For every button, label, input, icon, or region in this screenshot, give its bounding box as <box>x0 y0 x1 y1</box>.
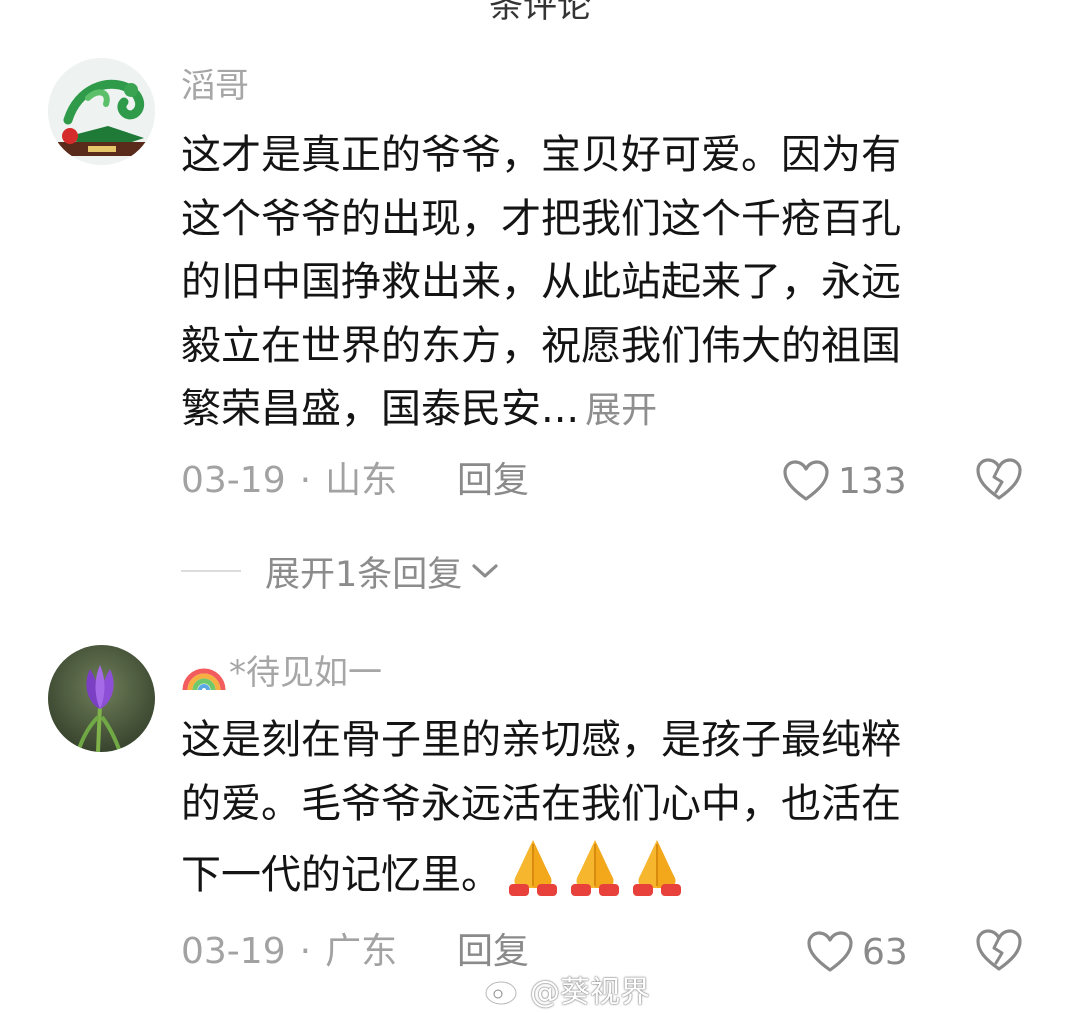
folded-hands-emoji-icon <box>571 840 619 896</box>
broken-heart-icon <box>976 458 1022 500</box>
comment-count-header: 条评论 <box>489 0 591 26</box>
heart-icon <box>807 931 853 972</box>
meta-separator: · <box>299 931 312 972</box>
comment-text: 这才是真正的爷爷，宝贝好可爱。因为有 这个爷爷的出现，才把我们这个千疮百孔 的旧… <box>181 124 1021 443</box>
comment-meta: 03-19 · 广东 回复 <box>181 927 529 977</box>
weibo-icon <box>484 974 523 1006</box>
like-count: 63 <box>862 931 908 973</box>
rainbow-emoji-icon <box>182 668 226 691</box>
weibo-watermark: @葵视界 <box>484 967 650 1011</box>
comment-location: 广东 <box>325 931 398 972</box>
like-count: 133 <box>838 460 907 502</box>
chevron-down-icon <box>472 564 498 578</box>
comment-meta: 03-19 · 山东 回复 <box>181 456 529 506</box>
divider-line <box>181 570 241 572</box>
expand-replies-label: 展开1条回复 <box>265 554 463 595</box>
comment-date: 03-19 <box>181 460 286 501</box>
heart-icon <box>783 460 829 501</box>
username[interactable]: 滔哥 <box>181 63 249 109</box>
meta-separator: · <box>299 460 312 501</box>
like-button[interactable]: 63 <box>806 927 908 977</box>
comment-date: 03-19 <box>181 931 286 972</box>
watermark-text: @葵视界 <box>530 975 650 1010</box>
comment-section: 条评论 滔哥 这才是真正的爷爷，宝贝好可爱。因为有 这个爷爷的出现，才把我们这个… <box>0 0 1080 1014</box>
dislike-button[interactable] <box>974 927 1024 977</box>
comment-body: 这才是真正的爷爷，宝贝好可爱。因为有 这个爷爷的出现，才把我们这个千疮百孔 的旧… <box>181 132 901 432</box>
like-button[interactable]: 133 <box>782 456 907 506</box>
folded-hands-emoji-icon <box>633 840 681 896</box>
folded-hands-emoji-icon <box>509 840 557 896</box>
expand-comment-link[interactable]: 展开 <box>585 390 657 431</box>
reply-button[interactable]: 回复 <box>457 456 529 506</box>
username-text: *待见如一 <box>229 653 382 693</box>
jade-dragon-avatar-icon <box>48 58 155 165</box>
purple-crocus-avatar-icon <box>48 645 155 752</box>
comment-location: 山东 <box>325 460 398 501</box>
broken-heart-icon <box>976 929 1022 971</box>
dislike-button[interactable] <box>974 456 1024 506</box>
comment-text: 这是刻在骨子里的亲切感，是孩子最纯粹 的爱。毛爷爷永远活在我们心中，也活在 下一… <box>181 709 1021 908</box>
user-avatar[interactable] <box>48 645 155 752</box>
user-avatar[interactable] <box>48 58 155 165</box>
username[interactable]: *待见如一 <box>181 650 382 696</box>
expand-replies-button[interactable]: 展开1条回复 <box>181 546 500 596</box>
